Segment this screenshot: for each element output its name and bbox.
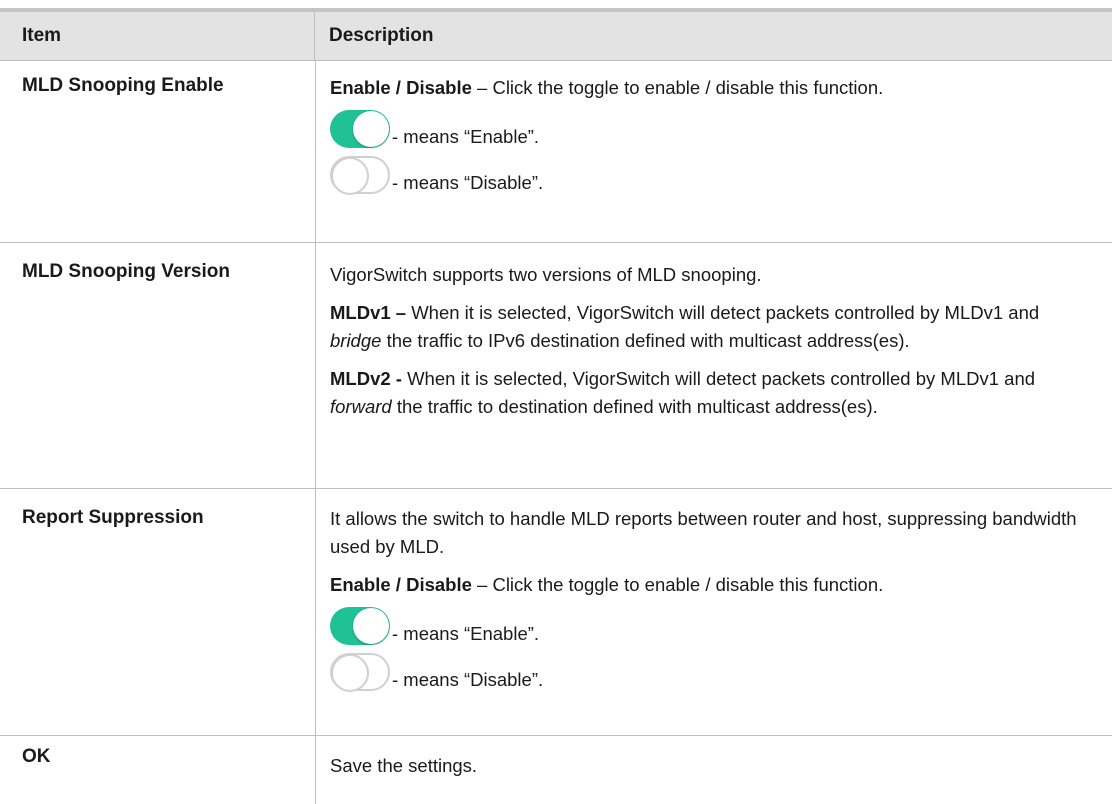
- mldv2-paragraph: MLDv2 - When it is selected, VigorSwitch…: [330, 368, 1036, 417]
- header-description: Description: [329, 25, 434, 46]
- item-mld-snooping-version: MLD Snooping Version: [22, 261, 230, 282]
- table-row: Report Suppression It allows the switch …: [0, 489, 1112, 736]
- description-cell: It allows the switch to handle MLD repor…: [315, 489, 1112, 735]
- toggle-on-icon: [330, 110, 390, 148]
- header-item: Item: [0, 12, 315, 60]
- toggle-disable-line: - means “Disable”.: [330, 146, 1088, 195]
- report-intro: It allows the switch to handle MLD repor…: [330, 508, 1077, 557]
- description-cell: Save the settings.: [315, 736, 1112, 804]
- mldv1-paragraph: MLDv1 – When it is selected, VigorSwitch…: [330, 302, 1040, 351]
- toggle-disable-line: - means “Disable”.: [330, 643, 1088, 692]
- toggle-off-icon: [330, 653, 390, 692]
- table-header: Item Description: [0, 12, 1112, 61]
- toggle-disable-label: - means “Disable”.: [392, 172, 544, 193]
- toggle-enable-line: - means “Enable”.: [330, 597, 1088, 645]
- item-mld-snooping-enable: MLD Snooping Enable: [22, 75, 224, 96]
- toggle-on-icon: [330, 607, 390, 645]
- description-table: Item Description MLD Snooping Enable Ena…: [0, 12, 1112, 804]
- description-cell: Enable / Disable – Click the toggle to e…: [315, 61, 1112, 242]
- item-report-suppression: Report Suppression: [22, 507, 204, 528]
- enable-disable-paragraph: Enable / Disable – Click the toggle to e…: [330, 574, 884, 595]
- toggle-disable-label: - means “Disable”.: [392, 669, 544, 690]
- version-intro: VigorSwitch supports two versions of MLD…: [330, 264, 762, 285]
- table-row: MLD Snooping Version VigorSwitch support…: [0, 243, 1112, 489]
- table-row: MLD Snooping Enable Enable / Disable – C…: [0, 61, 1112, 243]
- description-cell: VigorSwitch supports two versions of MLD…: [315, 243, 1112, 488]
- toggle-enable-label: - means “Enable”.: [392, 126, 540, 147]
- toggle-enable-line: - means “Enable”.: [330, 100, 1088, 148]
- toggle-enable-label: - means “Enable”.: [392, 623, 540, 644]
- enable-disable-paragraph: Enable / Disable – Click the toggle to e…: [330, 77, 884, 98]
- table-row: OK Save the settings.: [0, 736, 1112, 804]
- ok-description: Save the settings.: [330, 755, 478, 776]
- item-ok: OK: [22, 746, 51, 767]
- toggle-off-icon: [330, 156, 390, 195]
